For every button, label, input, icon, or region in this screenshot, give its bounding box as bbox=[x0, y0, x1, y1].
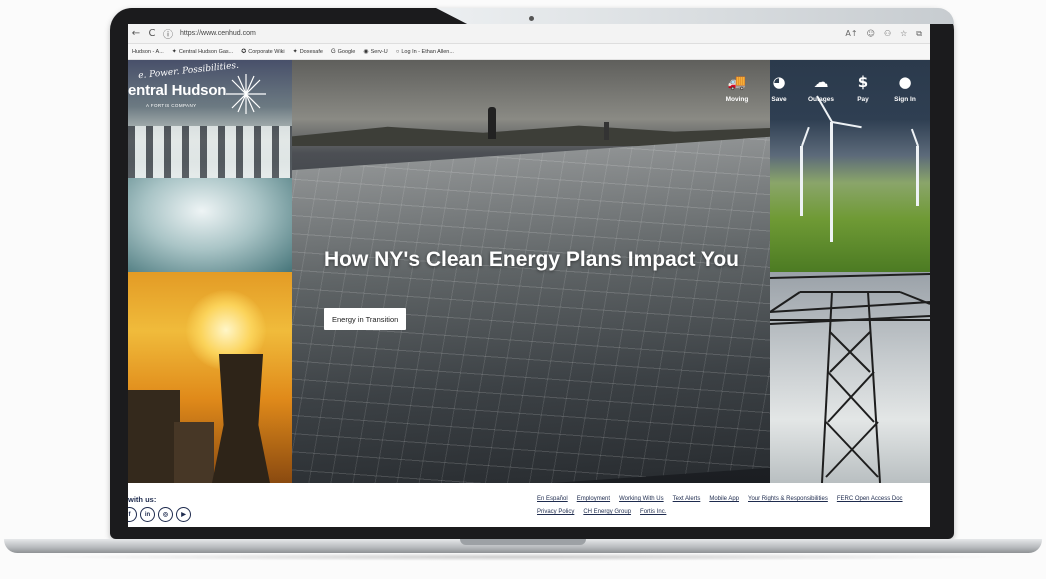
logo-wordmark: entral Hudson bbox=[128, 82, 227, 99]
truck-icon: 🚚 bbox=[727, 73, 747, 91]
site-info-icon[interactable]: ⓘ bbox=[160, 26, 176, 41]
linkedin-icon[interactable]: in bbox=[140, 507, 155, 522]
laptop-screen: ← C ⓘ https://www.cenhud.com A↑ ☺ ⚇ ☆ ⧉ … bbox=[128, 24, 930, 527]
footer-link[interactable]: Mobile App bbox=[709, 496, 739, 502]
nav-moving[interactable]: 🚚 Moving bbox=[716, 72, 758, 103]
nav-outages[interactable]: ☁ Outages bbox=[800, 72, 842, 103]
follow-us-label: with us: bbox=[128, 495, 157, 504]
bookmark-item[interactable]: ◉ Serv-U bbox=[363, 48, 388, 56]
logo-subtitle: A FORTIS COMPANY bbox=[146, 103, 197, 108]
bookmark-label: Google bbox=[337, 48, 356, 55]
laptop-shadow bbox=[30, 553, 1016, 561]
bookmark-item[interactable]: ○ Log In - Ethan Allen... bbox=[396, 49, 454, 55]
bookmark-icon: ◉ bbox=[363, 49, 369, 55]
bookmark-item[interactable]: Hudson - A... bbox=[130, 49, 164, 55]
nav-label: Sign In bbox=[894, 96, 916, 103]
footer-links-row: En Español Employment Working With Us Te… bbox=[537, 496, 903, 502]
youtube-icon[interactable]: ▶ bbox=[176, 507, 191, 522]
footer-link[interactable]: Fortis Inc. bbox=[640, 509, 666, 515]
read-aloud-icon[interactable]: A↑ bbox=[845, 29, 857, 39]
footer-link[interactable]: Employment bbox=[577, 496, 610, 502]
worker-silhouette bbox=[604, 122, 609, 140]
url-field[interactable]: https://www.cenhud.com bbox=[180, 30, 845, 37]
browser-address-bar: ← C ⓘ https://www.cenhud.com A↑ ☺ ⚇ ☆ ⧉ bbox=[128, 24, 930, 44]
power-lines-image bbox=[770, 272, 930, 483]
power-plant-image bbox=[128, 272, 292, 483]
worker-silhouette bbox=[488, 107, 496, 139]
bookmark-icon: ✪ bbox=[241, 49, 247, 55]
favorites-icon[interactable]: ☆ bbox=[900, 29, 907, 39]
hero-headline: How NY's Clean Energy Plans Impact You bbox=[324, 248, 739, 271]
user-icon: ● bbox=[898, 73, 912, 91]
nav-label: Save bbox=[771, 96, 787, 103]
dollar-icon: $ bbox=[857, 73, 869, 91]
split-screen-icon[interactable]: ⚇ bbox=[884, 29, 891, 39]
bookmark-icon: ○ bbox=[395, 48, 400, 55]
turbine-blade bbox=[831, 121, 862, 129]
wind-turbine bbox=[916, 146, 919, 206]
dam-spillway bbox=[128, 126, 292, 181]
bookmark-label: Central Hudson Gas... bbox=[178, 48, 234, 55]
laptop-mockup: ← C ⓘ https://www.cenhud.com A↑ ☺ ⚇ ☆ ⧉ … bbox=[0, 0, 1046, 579]
nav-label: Pay bbox=[857, 96, 869, 103]
extension-icon[interactable]: ☺ bbox=[867, 29, 875, 39]
footer-link[interactable]: En Español bbox=[537, 496, 568, 502]
footer-link[interactable]: Text Alerts bbox=[673, 496, 701, 502]
collections-icon[interactable]: ⧉ bbox=[916, 29, 922, 39]
bookmark-item[interactable]: ✪ Corporate Wiki bbox=[241, 48, 285, 56]
page-footer: with us: f in ◎ ▶ En Español Employment … bbox=[128, 483, 930, 527]
nav-sign-in[interactable]: ● Sign In bbox=[884, 72, 926, 103]
bookmark-label: Log In - Ethan Allen... bbox=[401, 48, 454, 55]
cooling-tower bbox=[212, 354, 270, 483]
footer-link[interactable]: Your Rights & Responsibilities bbox=[748, 496, 828, 502]
bookmark-label: Corporate Wiki bbox=[248, 48, 285, 55]
top-navigation: 🚚 Moving ◕ Save ☁ Outages $ Pay ● Sign I… bbox=[716, 72, 926, 103]
transmission-tower bbox=[770, 273, 930, 483]
turbine-blade bbox=[910, 128, 919, 147]
nav-label: Outages bbox=[807, 96, 834, 103]
dam-water-spray bbox=[128, 178, 292, 272]
back-icon[interactable]: ← bbox=[128, 28, 144, 39]
central-hudson-logo[interactable]: e. Power. Possibilities. entral Hudson A… bbox=[128, 61, 288, 126]
bookmark-item[interactable]: ✦ Central Hudson Gas... bbox=[171, 48, 234, 56]
nav-label: Moving bbox=[725, 96, 749, 103]
bookmarks-bar: Hudson - A... ✦ Central Hudson Gas... ✪ Co… bbox=[128, 44, 930, 60]
plant-building bbox=[174, 422, 214, 483]
footer-link[interactable]: CH Energy Group bbox=[583, 509, 631, 515]
nav-save[interactable]: ◕ Save bbox=[758, 72, 800, 103]
facebook-icon[interactable]: f bbox=[128, 507, 137, 522]
laptop-notch bbox=[460, 539, 586, 545]
bookmark-icon: G bbox=[330, 48, 336, 55]
solar-panels bbox=[292, 131, 770, 483]
cenhud-homepage: e. Power. Possibilities. entral Hudson A… bbox=[128, 60, 930, 527]
plant-building bbox=[128, 390, 180, 483]
cloud-icon: ☁ bbox=[813, 73, 829, 91]
bookmark-label: Doxesafe bbox=[299, 48, 323, 55]
bookmark-item[interactable]: ✦ Doxesafe bbox=[292, 48, 323, 56]
bookmark-icon: ✦ bbox=[171, 49, 177, 55]
bookmark-label: Serv-U bbox=[370, 48, 388, 55]
starburst-icon bbox=[226, 74, 266, 114]
wind-turbine bbox=[800, 146, 803, 216]
energy-in-transition-button[interactable]: Energy in Transition bbox=[324, 308, 407, 330]
footer-link[interactable]: FERC Open Access Doc bbox=[837, 496, 903, 502]
webcam bbox=[529, 16, 534, 21]
turbine-blade bbox=[801, 126, 810, 147]
wind-turbine bbox=[830, 122, 833, 242]
footer-link[interactable]: Privacy Policy bbox=[537, 509, 574, 515]
nav-pay[interactable]: $ Pay bbox=[842, 72, 884, 103]
bookmark-label: Hudson - A... bbox=[132, 48, 164, 55]
social-links: f in ◎ ▶ bbox=[128, 507, 191, 522]
piggy-bank-icon: ◕ bbox=[772, 73, 786, 91]
bookmark-item[interactable]: G Google bbox=[331, 49, 355, 55]
footer-links-row: Privacy Policy CH Energy Group Fortis In… bbox=[537, 509, 666, 515]
bookmark-icon: ✦ bbox=[292, 49, 298, 55]
lid-reflection bbox=[436, 8, 954, 24]
instagram-icon[interactable]: ◎ bbox=[158, 507, 173, 522]
footer-link[interactable]: Working With Us bbox=[619, 496, 664, 502]
refresh-icon[interactable]: C bbox=[144, 28, 160, 39]
browser-toolbar-icons: A↑ ☺ ⚇ ☆ ⧉ bbox=[845, 29, 922, 39]
